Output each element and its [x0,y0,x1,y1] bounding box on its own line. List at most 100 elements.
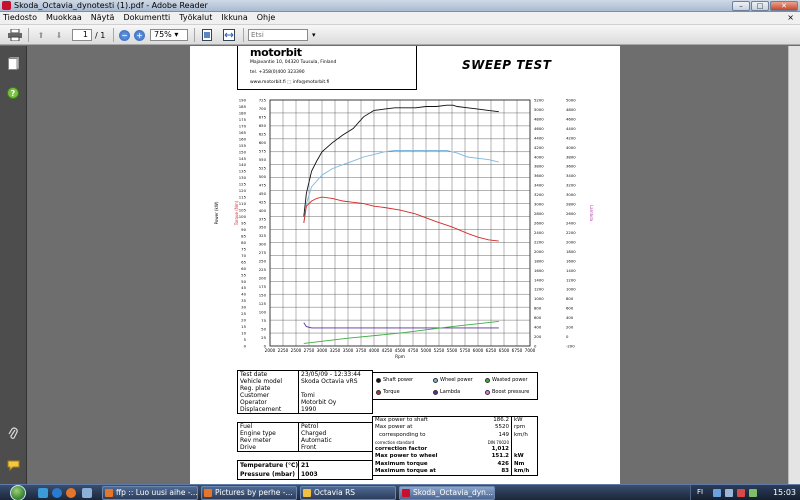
antivirus-icon[interactable] [737,489,745,497]
menu-muokkaa[interactable]: Muokkaa [46,13,82,22]
firefox-icon [105,489,113,497]
y1-tick-label: 130 [239,175,247,180]
y1-tick-label: 155 [239,143,247,148]
y1-tick-label: 65 [241,259,246,264]
vertical-scrollbar[interactable] [788,46,800,484]
language-indicator[interactable]: FI [697,488,703,496]
document-close-button[interactable]: × [787,13,794,22]
y4-tick-label: 600 [566,306,574,311]
y3-tick-label: 1400 [534,277,544,282]
y2-tick-label: 400 [259,208,267,213]
task-adobe-reader[interactable]: Skoda_Octavia_dyn... [399,486,495,500]
task-pictures-window[interactable]: Pictures by perhe -... [201,486,297,500]
sweep-test-title: SWEEP TEST [462,58,552,72]
y2-tick-label: 700 [259,106,267,111]
y4-tick-label: 1200 [566,277,576,282]
y1-tick-label: 75 [241,246,246,251]
zoom-select[interactable]: 75% ▾ [150,29,188,41]
volume-icon[interactable] [725,489,733,497]
attachments-button[interactable] [6,426,20,440]
close-button[interactable]: ✕ [770,1,798,11]
y2-tick-label: 675 [259,114,267,119]
show-desktop-icon[interactable] [38,488,48,498]
y4-tick-label: 800 [566,296,574,301]
y3-tick-label: 1200 [534,287,544,292]
system-tray: FI 15:03 [690,485,800,500]
zoom-in-button[interactable]: + [134,29,145,41]
y2-tick-label: 175 [259,284,267,289]
y1-tick-label: 20 [241,318,246,323]
table-row: Operator Motorbit Oy [238,399,372,406]
dyno-chart: 2000 2250 2500 2750 3000 3250 3500 3750 4000 4250… [214,98,594,360]
search-input[interactable] [248,29,308,41]
table-row: corresponding to 149 km/h [373,431,537,439]
window-title: Skoda_Octavia_dynotesti (1).pdf - Adobe … [14,1,208,10]
menu-nayta[interactable]: Näytä [91,13,115,22]
y4-tick-label: 3800 [566,154,576,159]
y1-axis-label: Power (kW) [214,201,219,224]
minimize-button[interactable]: – [732,1,750,11]
title-bar: Skoda_Octavia_dynotesti (1).pdf - Adobe … [0,0,800,12]
menu-tyokalut[interactable]: Työkalut [179,13,212,22]
pages-panel-button[interactable] [6,56,20,70]
y1-tick-label: 60 [241,266,246,271]
table-row: Engine type Charged [238,430,372,437]
task-octavia-folder[interactable]: Octavia RS [300,486,396,500]
fit-page-button[interactable] [200,28,214,42]
y3-tick-label: 400 [534,325,542,330]
y1-tick-label: 100 [239,214,247,219]
y1-tick-label: 30 [241,305,246,310]
help-button[interactable]: ? [6,86,20,100]
previous-page-button[interactable]: ⬆ [34,28,48,42]
adobe-reader-icon [2,1,11,10]
fit-page-icon [202,29,212,41]
page-number-input[interactable]: 1 [72,29,92,41]
y1-tick-label: 10 [241,331,246,336]
comments-button[interactable] [6,458,20,472]
y4-axis-label: Lambda [589,205,594,222]
maximize-button[interactable]: □ [751,1,769,11]
x-tick-label: 2000 [265,348,276,353]
y3-tick-label: 800 [534,306,542,311]
table-row: Max power to shaft 186.2 kW [373,417,537,425]
table-row: Max power at 5520 rpm [373,424,537,432]
fit-width-icon [223,29,235,41]
table-row: Rev meter Automatic [238,437,372,444]
menu-tiedosto[interactable]: Tiedosto [3,13,37,22]
arrow-down-icon: ⬇ [55,30,63,40]
print-button[interactable] [6,28,24,42]
wheel-power-swatch [433,377,438,383]
x-tick-label: 5750 [460,348,471,353]
search-dropdown[interactable]: ▾ [312,28,316,42]
y2-tick-label: 550 [259,157,267,162]
internet-explorer-icon[interactable] [52,488,62,498]
quick-launch-icon[interactable] [82,488,92,498]
x-tick-label: 2750 [304,348,315,353]
start-button[interactable] [10,485,26,500]
menu-ikkuna[interactable]: Ikkuna [221,13,247,22]
table-row: Displacement 1990 [238,406,372,413]
table-row: Max power to wheel 151.2 kW [373,453,537,461]
paperclip-icon [8,427,18,439]
x-axis-label: Rpm [395,354,405,359]
clock[interactable]: 15:03 [773,488,796,497]
firefox-icon[interactable] [66,488,76,498]
menu-dokumentti[interactable]: Dokumentti [123,13,170,22]
menu-ohje[interactable]: Ohje [257,13,276,22]
task-forum-window[interactable]: ffp :: Luo uusi aihe -... [102,486,198,500]
y3-tick-label: 4200 [534,145,544,150]
x-tick-label: 4250 [382,348,393,353]
network-icon[interactable] [713,489,721,497]
fit-width-button[interactable] [222,28,236,42]
y1-tick-label: 190 [239,98,247,103]
y2-tick-label: 250 [259,259,267,264]
y3-tick-label: 5000 [534,107,544,112]
y3-tick-label: 1000 [534,296,544,301]
tray-app-icon[interactable] [749,489,757,497]
y1-tick-label: 50 [241,279,246,284]
x-tick-label: 4750 [408,348,419,353]
document-view[interactable]: motorbit Majavantie 10, 04320 Tuusula, F… [28,46,800,484]
zoom-out-button[interactable]: − [119,29,130,41]
next-page-button[interactable]: ⬇ [52,28,66,42]
y4-tick-label: 2200 [566,230,576,235]
